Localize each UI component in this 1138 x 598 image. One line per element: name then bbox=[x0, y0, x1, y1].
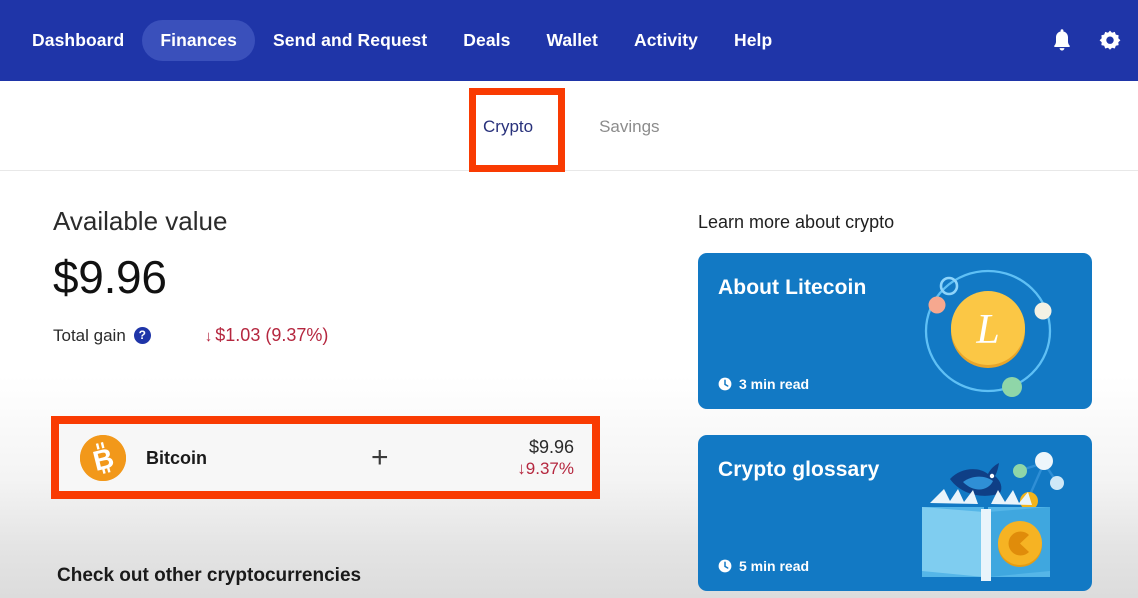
bitcoin-icon: B bbox=[80, 434, 126, 481]
top-navigation-bar: Dashboard Finances Send and Request Deal… bbox=[0, 0, 1138, 81]
learn-card-read-time: 3 min read bbox=[739, 376, 810, 392]
app-root: Dashboard Finances Send and Request Deal… bbox=[0, 0, 1138, 598]
nav-right-icons bbox=[1050, 0, 1122, 81]
bell-icon[interactable] bbox=[1050, 28, 1074, 53]
holding-change-pct: 9.37% bbox=[525, 459, 574, 479]
learn-card-title: Crypto glossary bbox=[718, 458, 880, 481]
help-icon[interactable]: ? bbox=[133, 326, 151, 344]
nav-item-send-and-request[interactable]: Send and Request bbox=[255, 20, 445, 62]
coin-name-label: Bitcoin bbox=[146, 447, 207, 468]
total-gain-amount: $1.03 (9.37%) bbox=[215, 324, 329, 345]
nav-item-help[interactable]: Help bbox=[716, 20, 790, 62]
learn-card-about-litecoin[interactable]: About Litecoin L 3 min read bbox=[698, 253, 1092, 409]
add-crypto-plus-icon[interactable]: + bbox=[371, 442, 389, 473]
learn-more-panel: Learn more about crypto About Litecoin L bbox=[698, 213, 1092, 591]
total-gain-row: Total gain ? ↓ $1.03 (9.37%) bbox=[53, 324, 653, 346]
nav-item-deals[interactable]: Deals bbox=[445, 20, 528, 62]
tabs: Crypto Savings bbox=[483, 81, 660, 171]
nav-item-dashboard[interactable]: Dashboard bbox=[14, 20, 142, 62]
holding-change: ↓9.37% bbox=[517, 458, 574, 479]
gear-icon[interactable] bbox=[1098, 29, 1122, 53]
clock-icon bbox=[718, 559, 732, 573]
holding-amount: $9.96 bbox=[528, 436, 574, 457]
svg-text:L: L bbox=[975, 307, 999, 353]
tab-crypto[interactable]: Crypto bbox=[483, 118, 533, 135]
learn-card-crypto-glossary[interactable]: Crypto glossary 5 min read bbox=[698, 435, 1092, 591]
holding-values: $9.96 ↓9.37% bbox=[517, 436, 574, 480]
total-gain-label: Total gain bbox=[53, 325, 126, 345]
book-whale-illustration bbox=[888, 435, 1088, 591]
available-value-amount: $9.96 bbox=[53, 251, 167, 303]
learn-card-read-time: 5 min read bbox=[739, 558, 810, 574]
available-value-panel: Available value $9.96 Total gain ? ↓ $1.… bbox=[53, 208, 653, 346]
content-area: Available value $9.96 Total gain ? ↓ $1.… bbox=[0, 171, 1138, 598]
tab-savings[interactable]: Savings bbox=[599, 118, 659, 135]
other-cryptocurrencies-heading: Check out other cryptocurrencies bbox=[57, 565, 362, 586]
nav-item-activity[interactable]: Activity bbox=[616, 20, 716, 62]
arrow-down-icon: ↓ bbox=[204, 327, 213, 345]
learn-card-read-time-row: 5 min read bbox=[718, 559, 809, 573]
clock-icon bbox=[718, 377, 732, 391]
learn-more-heading: Learn more about crypto bbox=[698, 212, 895, 232]
learn-card-read-time-row: 3 min read bbox=[718, 377, 809, 391]
nav-item-wallet[interactable]: Wallet bbox=[528, 20, 616, 62]
nav-item-finances[interactable]: Finances bbox=[142, 19, 255, 62]
total-gain-value: ↓ $1.03 (9.37%) bbox=[205, 325, 329, 346]
holding-row-bitcoin[interactable]: B Bitcoin + $9.96 ↓9.37% bbox=[59, 424, 592, 491]
sub-tab-bar: Crypto Savings bbox=[0, 81, 1138, 171]
learn-card-title: About Litecoin bbox=[718, 276, 867, 299]
bitcoin-holding-wrapper: B Bitcoin + $9.96 ↓9.37% bbox=[51, 416, 600, 499]
arrow-down-icon: ↓ bbox=[517, 459, 526, 479]
available-value-label: Available value bbox=[53, 206, 228, 236]
litecoin-orbit-illustration: L bbox=[888, 253, 1088, 409]
nav-items: Dashboard Finances Send and Request Deal… bbox=[14, 19, 790, 62]
